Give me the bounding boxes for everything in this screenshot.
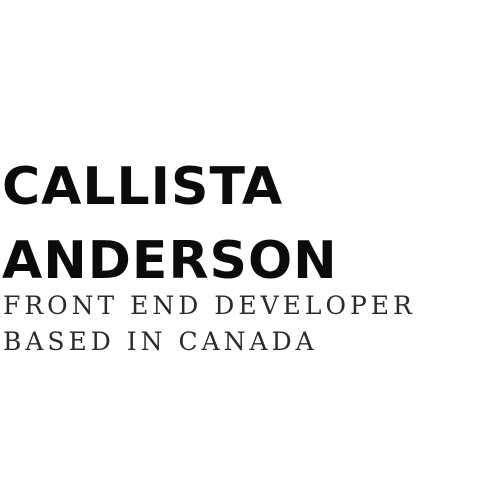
name-heading: CALLISTA ANDERSON — [2, 150, 338, 298]
role-tagline: FRONT END DEVELOPER BASED IN CANADA — [3, 288, 416, 360]
name-first: CALLISTA — [2, 157, 284, 217]
role-location: BASED IN CANADA — [3, 327, 318, 356]
name-last: ANDERSON — [2, 231, 338, 291]
role-title: FRONT END DEVELOPER — [3, 291, 416, 320]
page: CALLISTA ANDERSON FRONT END DEVELOPER BA… — [0, 0, 500, 500]
